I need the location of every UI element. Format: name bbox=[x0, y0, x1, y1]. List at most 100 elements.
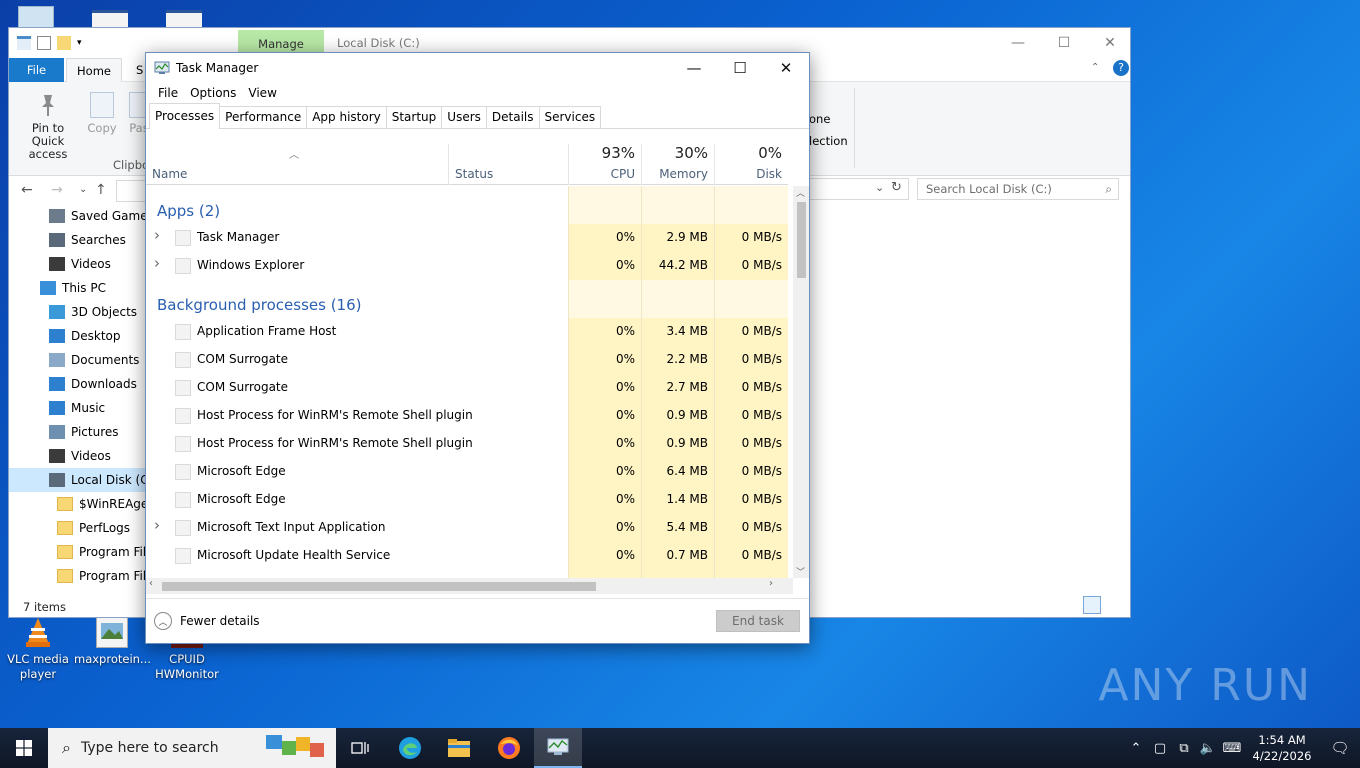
large-icons-view-icon[interactable] bbox=[1105, 596, 1123, 614]
details-view-icon[interactable] bbox=[1083, 596, 1101, 614]
clock[interactable]: 1:54 AM 4/22/2026 bbox=[1244, 732, 1320, 764]
minimize-icon[interactable]: — bbox=[995, 28, 1041, 58]
nav-item[interactable]: Saved Games bbox=[9, 204, 146, 228]
tab-details[interactable]: Details bbox=[485, 106, 540, 128]
column-status[interactable]: Status bbox=[448, 144, 568, 185]
menu-view[interactable]: View bbox=[242, 86, 282, 100]
process-row[interactable]: Application Frame Host 0% 3.4 MB 0 MB/s bbox=[146, 318, 788, 346]
taskbar-task-manager[interactable] bbox=[534, 728, 582, 768]
nav-item[interactable]: Local Disk (C:) bbox=[9, 468, 146, 492]
horizontal-scrollbar[interactable]: ‹ › bbox=[146, 578, 793, 594]
process-row[interactable]: Host Process for WinRM's Remote Shell pl… bbox=[146, 402, 788, 430]
start-button[interactable] bbox=[0, 728, 48, 768]
menu-options[interactable]: Options bbox=[184, 86, 242, 100]
customize-toolbar-icon[interactable]: ▾ bbox=[77, 38, 82, 48]
process-row[interactable]: Microsoft Edge 0% 1.4 MB 0 MB/s bbox=[146, 486, 788, 514]
tab-home[interactable]: Home bbox=[66, 58, 122, 83]
minimize-icon[interactable]: — bbox=[671, 53, 717, 83]
menu-file[interactable]: File bbox=[152, 86, 184, 100]
scrollbar-thumb[interactable] bbox=[162, 582, 596, 591]
volume-icon[interactable]: 🔈 bbox=[1196, 741, 1220, 756]
nav-item[interactable]: Desktop bbox=[9, 324, 146, 348]
tab-processes[interactable]: Processes bbox=[149, 103, 221, 129]
desktop-icon-maxprotein[interactable]: maxprotein... bbox=[74, 616, 151, 667]
column-name[interactable]: ︿ Name bbox=[146, 144, 448, 185]
expand-chevron-icon[interactable]: › bbox=[154, 226, 160, 244]
recent-locations-icon[interactable]: ⌄ bbox=[79, 184, 87, 195]
explorer-search-input[interactable]: Search Local Disk (C:) ⌕ bbox=[917, 178, 1119, 200]
chevron-up-icon[interactable]: ⌃ bbox=[1124, 741, 1148, 756]
nav-item[interactable]: 3D Objects bbox=[9, 300, 146, 324]
tab-users[interactable]: Users bbox=[441, 106, 487, 128]
close-icon[interactable]: ✕ bbox=[763, 53, 809, 83]
scroll-down-icon[interactable]: ﹀ bbox=[796, 565, 805, 578]
copy-button[interactable]: Copy bbox=[87, 92, 117, 135]
taskbar-file-explorer[interactable] bbox=[435, 728, 483, 768]
process-row[interactable]: › Microsoft Text Input Application 0% 5.4 M… bbox=[146, 514, 788, 542]
nav-item[interactable]: Videos bbox=[9, 444, 146, 468]
process-row[interactable]: › Windows Explorer 0% 44.2 MB 0 MB/s bbox=[146, 252, 788, 280]
taskbar-firefox[interactable] bbox=[485, 728, 533, 768]
nav-item[interactable]: $WinREAgen bbox=[9, 492, 146, 516]
scroll-left-icon[interactable]: ‹ bbox=[149, 578, 153, 589]
process-row[interactable]: COM Surrogate 0% 2.7 MB 0 MB/s bbox=[146, 374, 788, 402]
task-manager-window[interactable]: Task Manager — ☐ ✕ File Options View Pro… bbox=[145, 52, 810, 644]
maximize-icon[interactable]: ☐ bbox=[1041, 28, 1087, 58]
collapse-ribbon-icon[interactable]: ⌃ bbox=[1091, 62, 1099, 73]
nav-item[interactable]: Downloads bbox=[9, 372, 146, 396]
desktop-icon-top-2[interactable] bbox=[92, 10, 128, 28]
properties-icon[interactable] bbox=[37, 36, 51, 50]
taskbar-search-box[interactable]: ⌕ Type here to search bbox=[48, 728, 336, 768]
maximize-icon[interactable]: ☐ bbox=[717, 53, 763, 83]
scrollbar-thumb[interactable] bbox=[797, 202, 806, 278]
nav-item[interactable]: Pictures bbox=[9, 420, 146, 444]
process-row[interactable]: Microsoft Update Health Service 0% 0.7 MB 0… bbox=[146, 542, 788, 570]
nav-item[interactable]: Videos bbox=[9, 252, 146, 276]
nav-item[interactable]: Program File bbox=[9, 540, 146, 564]
select-none-label[interactable]: one bbox=[809, 112, 830, 126]
chevron-down-icon[interactable]: ⌄ bbox=[875, 181, 884, 194]
scroll-up-icon[interactable]: ︿ bbox=[796, 186, 805, 199]
column-memory[interactable]: 30% Memory bbox=[641, 144, 714, 185]
network-icon[interactable]: ⧉ bbox=[1172, 741, 1196, 756]
up-icon[interactable]: ↑ bbox=[95, 182, 107, 198]
desktop-icon-top-1[interactable] bbox=[18, 6, 54, 28]
nav-item[interactable]: Documents bbox=[9, 348, 146, 372]
back-icon[interactable]: ← bbox=[21, 182, 33, 198]
expand-chevron-icon[interactable]: › bbox=[154, 516, 160, 534]
process-group-header[interactable]: Apps (2) bbox=[146, 186, 788, 224]
taskbar-edge[interactable] bbox=[386, 728, 434, 768]
invert-selection-label[interactable]: lection bbox=[809, 134, 848, 148]
task-view-button[interactable] bbox=[336, 728, 384, 768]
notifications-icon[interactable]: 🗨 bbox=[1320, 739, 1360, 757]
expand-chevron-icon[interactable]: › bbox=[154, 254, 160, 272]
process-group-header[interactable]: Background processes (16) bbox=[146, 280, 788, 318]
process-row[interactable]: › Task Manager 0% 2.9 MB 0 MB/s bbox=[146, 224, 788, 252]
nav-item[interactable]: Program File bbox=[9, 564, 146, 588]
process-row[interactable]: Microsoft Edge 0% 6.4 MB 0 MB/s bbox=[146, 458, 788, 486]
nav-item[interactable]: This PC bbox=[9, 276, 146, 300]
new-folder-icon[interactable] bbox=[57, 36, 71, 50]
keyboard-icon[interactable]: ⌨ bbox=[1220, 741, 1244, 756]
tab-share[interactable]: S bbox=[136, 63, 143, 77]
tray-device-icon[interactable]: ▢ bbox=[1148, 741, 1172, 756]
process-row[interactable]: Host Process for WinRM's Remote Shell pl… bbox=[146, 430, 788, 458]
tab-app-history[interactable]: App history bbox=[306, 106, 387, 128]
address-bar[interactable] bbox=[116, 180, 146, 202]
process-row[interactable] bbox=[146, 570, 788, 578]
forward-icon[interactable]: → bbox=[51, 182, 63, 198]
tab-startup[interactable]: Startup bbox=[385, 106, 443, 128]
help-icon[interactable]: ? bbox=[1113, 60, 1129, 76]
address-dropdown[interactable]: ⌄ ↻ bbox=[809, 178, 909, 200]
process-row[interactable]: COM Surrogate 0% 2.2 MB 0 MB/s bbox=[146, 346, 788, 374]
vertical-scrollbar[interactable]: ︿ ﹀ bbox=[793, 186, 809, 578]
fewer-details-button[interactable]: ︿ Fewer details bbox=[154, 612, 260, 630]
column-disk[interactable]: 0% Disk bbox=[714, 144, 788, 185]
close-icon[interactable]: ✕ bbox=[1087, 28, 1133, 58]
tab-file[interactable]: File bbox=[9, 58, 64, 82]
column-cpu[interactable]: 93% CPU bbox=[568, 144, 641, 185]
end-task-button[interactable]: End task bbox=[716, 610, 800, 632]
refresh-icon[interactable]: ↻ bbox=[891, 180, 902, 195]
nav-item[interactable]: Searches bbox=[9, 228, 146, 252]
scroll-right-icon[interactable]: › bbox=[769, 578, 773, 589]
